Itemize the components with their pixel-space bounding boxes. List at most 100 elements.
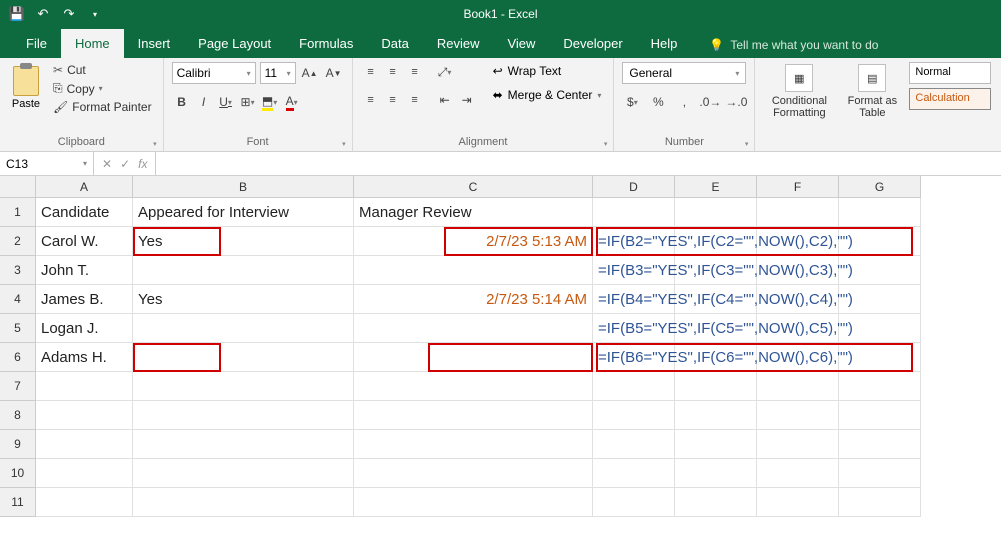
row-header-5[interactable]: 5 [0, 314, 36, 343]
format-painter-button[interactable]: 🖌Format Painter [50, 99, 155, 115]
fill-color-button[interactable]: ⬒ [260, 92, 280, 112]
bold-button[interactable]: B [172, 92, 192, 112]
align-left-icon[interactable]: ≡ [361, 90, 381, 110]
fx-icon[interactable]: fx [138, 157, 147, 171]
decrease-font-icon[interactable]: A▼ [324, 63, 344, 83]
cell-B4[interactable]: Yes [133, 285, 354, 314]
cell-C11[interactable] [354, 488, 593, 517]
cell-A7[interactable] [36, 372, 133, 401]
redo-icon[interactable]: ↷ [60, 5, 78, 23]
cell-A2[interactable]: Carol W. [36, 227, 133, 256]
merge-center-button[interactable]: ⬌Merge & Center [489, 86, 606, 104]
cell-F11[interactable] [757, 488, 839, 517]
conditional-formatting-button[interactable]: ▦ Conditional Formatting [763, 62, 835, 121]
cell-F7[interactable] [757, 372, 839, 401]
format-as-table-button[interactable]: ▤ Format as Table [841, 62, 903, 121]
cell-B3[interactable] [133, 256, 354, 285]
tab-page-layout[interactable]: Page Layout [184, 29, 285, 58]
cell-E9[interactable] [675, 430, 757, 459]
save-icon[interactable]: 💾 [8, 5, 26, 23]
row-header-7[interactable]: 7 [0, 372, 36, 401]
qat-customize-icon[interactable]: ▾ [86, 5, 104, 23]
cell-C3[interactable] [354, 256, 593, 285]
font-name-select[interactable]: Calibri▾ [172, 62, 256, 84]
paste-button[interactable]: Paste [8, 62, 44, 110]
tab-review[interactable]: Review [423, 29, 494, 58]
cell-B1[interactable]: Appeared for Interview [133, 198, 354, 227]
cell-D1[interactable] [593, 198, 675, 227]
increase-decimal-icon[interactable]: .0→ [700, 92, 720, 112]
cell-F8[interactable] [757, 401, 839, 430]
decrease-decimal-icon[interactable]: →.0 [726, 92, 746, 112]
col-header-B[interactable]: B [133, 176, 354, 198]
increase-indent-icon[interactable]: ⇥ [457, 90, 477, 110]
cell-G1[interactable] [839, 198, 921, 227]
cell-E1[interactable] [675, 198, 757, 227]
cell-D2[interactable]: =IF(B2="YES",IF(C2="",NOW(),C2),"") [593, 227, 675, 256]
cell-D5[interactable]: =IF(B5="YES",IF(C5="",NOW(),C5),"") [593, 314, 675, 343]
cell-B11[interactable] [133, 488, 354, 517]
italic-button[interactable]: I [194, 92, 214, 112]
cell-D3[interactable]: =IF(B3="YES",IF(C3="",NOW(),C3),"") [593, 256, 675, 285]
align-bottom-icon[interactable]: ≡ [405, 62, 425, 82]
align-right-icon[interactable]: ≡ [405, 90, 425, 110]
col-header-E[interactable]: E [675, 176, 757, 198]
cell-C5[interactable] [354, 314, 593, 343]
row-header-10[interactable]: 10 [0, 459, 36, 488]
cell-A5[interactable]: Logan J. [36, 314, 133, 343]
copy-button[interactable]: ⎘Copy [50, 80, 155, 97]
row-header-4[interactable]: 4 [0, 285, 36, 314]
cell-D9[interactable] [593, 430, 675, 459]
tell-me-search[interactable]: 💡 Tell me what you want to do [699, 32, 888, 58]
cell-C2[interactable]: 2/7/23 5:13 AM [354, 227, 593, 256]
orientation-button[interactable]: ⤢ [435, 62, 455, 82]
cell-G9[interactable] [839, 430, 921, 459]
wrap-text-button[interactable]: ↩Wrap Text [489, 62, 606, 80]
col-header-F[interactable]: F [757, 176, 839, 198]
cell-D8[interactable] [593, 401, 675, 430]
cell-F9[interactable] [757, 430, 839, 459]
cell-D7[interactable] [593, 372, 675, 401]
tab-formulas[interactable]: Formulas [285, 29, 367, 58]
col-header-G[interactable]: G [839, 176, 921, 198]
row-header-2[interactable]: 2 [0, 227, 36, 256]
row-header-8[interactable]: 8 [0, 401, 36, 430]
cell-C1[interactable]: Manager Review [354, 198, 593, 227]
cell-B2[interactable]: Yes [133, 227, 354, 256]
cell-F1[interactable] [757, 198, 839, 227]
cell-A11[interactable] [36, 488, 133, 517]
cell-D6[interactable]: =IF(B6="YES",IF(C6="",NOW(),C6),"") [593, 343, 675, 372]
comma-format-button[interactable]: , [674, 92, 694, 112]
row-header-11[interactable]: 11 [0, 488, 36, 517]
cancel-formula-icon[interactable]: ✕ [102, 157, 112, 171]
align-center-icon[interactable]: ≡ [383, 90, 403, 110]
increase-font-icon[interactable]: A▲ [300, 63, 320, 83]
align-middle-icon[interactable]: ≡ [383, 62, 403, 82]
cell-B7[interactable] [133, 372, 354, 401]
cell-C7[interactable] [354, 372, 593, 401]
tab-view[interactable]: View [493, 29, 549, 58]
cell-C9[interactable] [354, 430, 593, 459]
cell-A1[interactable]: Candidate [36, 198, 133, 227]
col-header-A[interactable]: A [36, 176, 133, 198]
font-color-button[interactable]: A [282, 92, 302, 112]
underline-button[interactable]: U [216, 92, 236, 112]
cell-B10[interactable] [133, 459, 354, 488]
tab-file[interactable]: File [12, 29, 61, 58]
cell-A6[interactable]: Adams H. [36, 343, 133, 372]
align-top-icon[interactable]: ≡ [361, 62, 381, 82]
cell-A4[interactable]: James B. [36, 285, 133, 314]
col-header-C[interactable]: C [354, 176, 593, 198]
col-header-D[interactable]: D [593, 176, 675, 198]
decrease-indent-icon[interactable]: ⇤ [435, 90, 455, 110]
font-size-select[interactable]: 11▾ [260, 62, 296, 84]
row-header-6[interactable]: 6 [0, 343, 36, 372]
cell-E11[interactable] [675, 488, 757, 517]
cell-D4[interactable]: =IF(B4="YES",IF(C4="",NOW(),C4),"") [593, 285, 675, 314]
cell-D10[interactable] [593, 459, 675, 488]
row-header-3[interactable]: 3 [0, 256, 36, 285]
cell-A10[interactable] [36, 459, 133, 488]
row-header-9[interactable]: 9 [0, 430, 36, 459]
cell-B5[interactable] [133, 314, 354, 343]
cell-D11[interactable] [593, 488, 675, 517]
